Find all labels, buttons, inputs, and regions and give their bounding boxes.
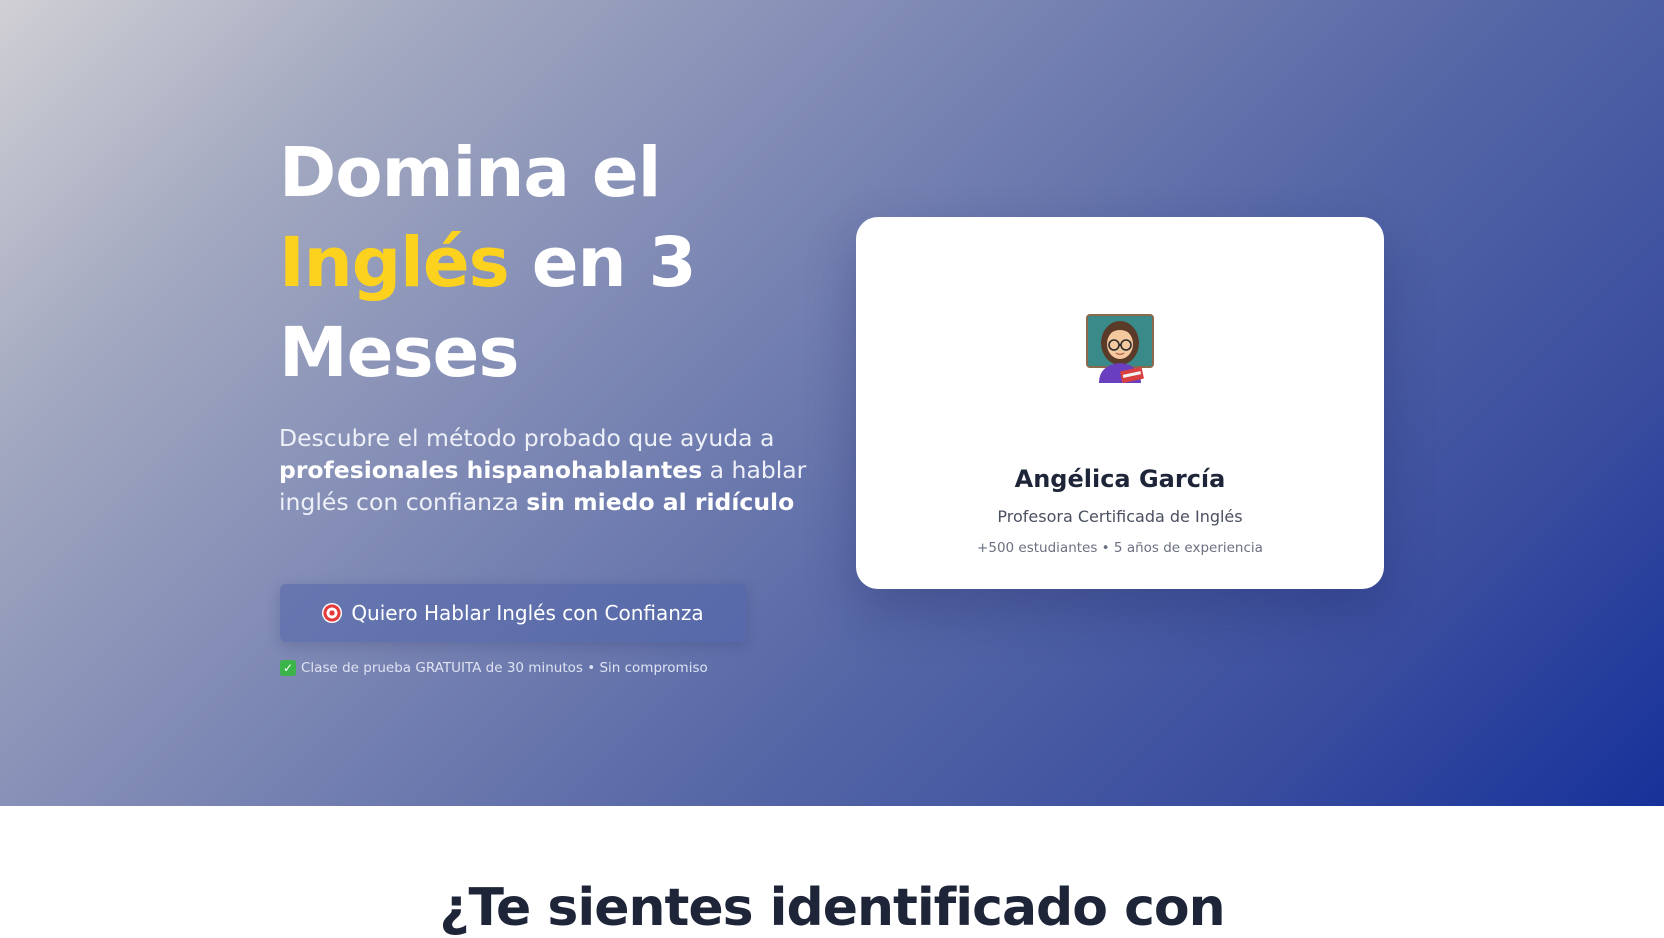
- target-icon: [322, 603, 343, 623]
- teacher-stats: +500 estudiantes • 5 años de experiencia: [977, 540, 1263, 556]
- trial-note-text: Clase de prueba GRATUITA de 30 minutos •…: [301, 660, 708, 676]
- cta-label: Quiero Hablar Inglés con Confianza: [351, 601, 704, 625]
- section-title: ¿Te sientes identificado con: [439, 878, 1225, 938]
- headline-line1: Domina el: [279, 133, 661, 213]
- headline-line3: Meses: [279, 313, 519, 393]
- hero-section: Domina el Inglés en 3 Meses Descubre el …: [0, 0, 1664, 806]
- teacher-role: Profesora Certificada de Inglés: [997, 507, 1243, 526]
- profile-card: Angélica García Profesora Certificada de…: [856, 217, 1384, 589]
- check-icon: ✓: [280, 660, 296, 676]
- hero-subhead: Descubre el método probado que ayuda a p…: [279, 422, 809, 518]
- hero-headline: Domina el Inglés en 3 Meses: [279, 128, 839, 398]
- subhead-bold1: profesionales hispanohablantes: [279, 456, 703, 484]
- headline-accent: Inglés: [279, 223, 510, 303]
- subhead-bold2: sin miedo al ridículo: [526, 488, 795, 516]
- subhead-part1: Descubre el método probado que ayuda a: [279, 424, 775, 452]
- cta-button[interactable]: Quiero Hablar Inglés con Confianza: [280, 584, 746, 642]
- headline-line2-rest: en 3: [508, 223, 697, 303]
- trial-note: ✓ Clase de prueba GRATUITA de 30 minutos…: [280, 660, 708, 676]
- teacher-emoji-icon: [1086, 314, 1154, 383]
- teacher-name: Angélica García: [1014, 465, 1226, 493]
